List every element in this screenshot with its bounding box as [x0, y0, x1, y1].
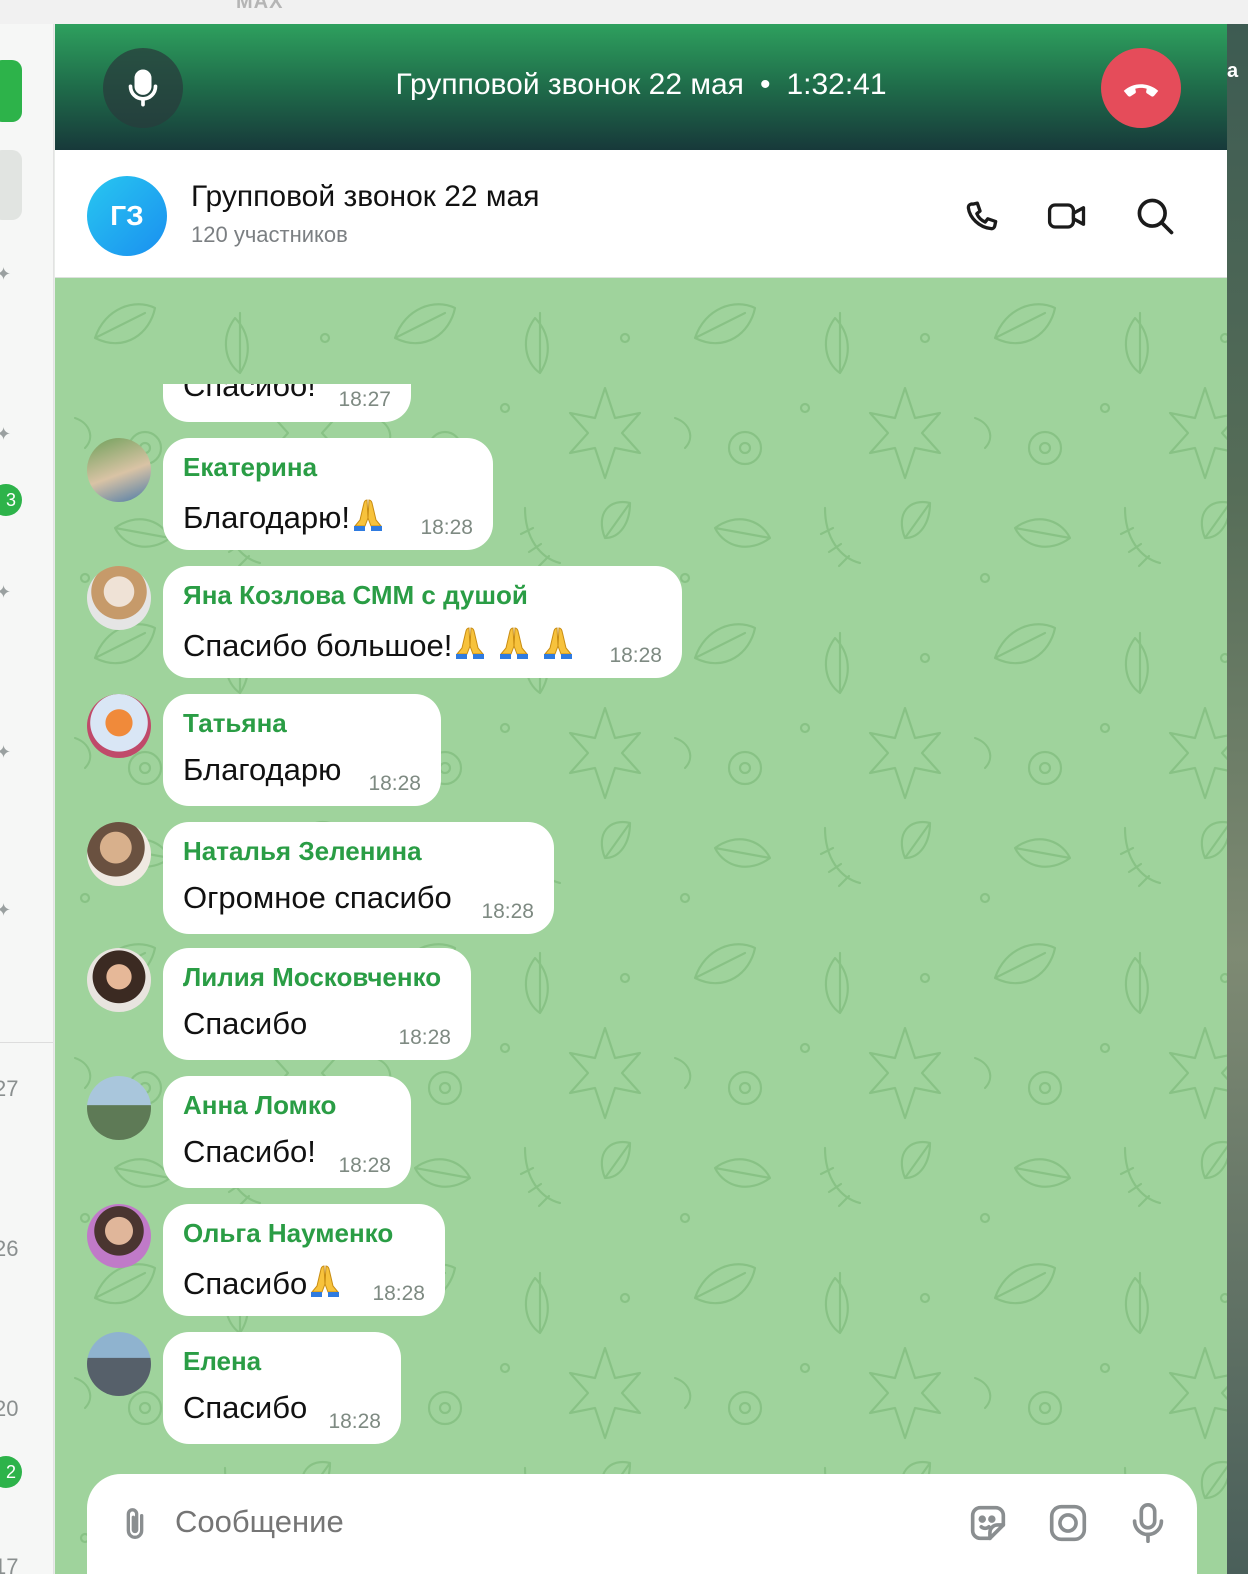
message-bubble[interactable]: Лилия Московченко Спасибо 18:28: [163, 948, 471, 1060]
message-time: 18:28: [609, 644, 662, 667]
folded-hands-icon: [311, 1265, 340, 1297]
user-avatar[interactable]: [87, 1332, 151, 1396]
message-author[interactable]: Наталья Зеленина: [183, 836, 534, 867]
message-bubble[interactable]: Анна Ломко Спасибо! 18:28: [163, 1076, 411, 1188]
message-time: 18:28: [398, 1026, 451, 1049]
user-avatar[interactable]: [87, 948, 151, 1012]
chat-name[interactable]: Групповой звонок 22 мая: [191, 180, 539, 214]
message-time: 18:28: [420, 516, 473, 539]
divider: [0, 1042, 53, 1043]
chat-time: 17: [0, 1554, 19, 1574]
chat-time: 20: [0, 1396, 19, 1421]
message-time: 18:28: [481, 900, 534, 923]
message-text-content: Спасибо большое!: [183, 628, 453, 663]
message-time: 18:28: [338, 1154, 391, 1177]
message-author[interactable]: Лилия Московченко: [183, 962, 451, 993]
message-bubble[interactable]: Елена Спасибо 18:28: [163, 1332, 401, 1444]
folded-hands-icon: [500, 627, 529, 659]
pin-icon: ✦: [0, 264, 16, 284]
message-time: 18:28: [368, 772, 421, 795]
message-text: Спасибо!: [183, 384, 316, 403]
hangup-icon: [1123, 84, 1159, 97]
active-call-bar[interactable]: Групповой звонок 22 мая • 1:32:41: [55, 24, 1227, 150]
group-avatar[interactable]: ГЗ: [87, 176, 167, 256]
pin-icon: ✦: [0, 582, 16, 602]
user-avatar[interactable]: [87, 822, 151, 886]
call-separator: •: [759, 68, 771, 101]
message-time: 18:28: [372, 1282, 425, 1305]
participants-count[interactable]: 120 участников: [191, 222, 348, 248]
chat-list-item[interactable]: [0, 150, 22, 220]
folded-hands-icon: [456, 627, 485, 659]
phone-icon[interactable]: [959, 194, 1003, 238]
message-author[interactable]: Екатерина: [183, 452, 473, 483]
message-text: Спасибо!: [183, 1134, 316, 1169]
call-name: Групповой звонок 22 мая: [395, 68, 744, 101]
message-bubble[interactable]: Екатерина Благодарю! 18:28: [163, 438, 493, 550]
call-title: Групповой звонок 22 мая • 1:32:41: [55, 68, 1227, 102]
background-window-edge: а: [1227, 24, 1248, 1574]
camera-icon[interactable]: [1045, 1500, 1091, 1546]
edge-text: а: [1227, 60, 1239, 82]
pin-icon: ✦: [0, 742, 16, 762]
message-bubble[interactable]: Ольга Науменко Спасибо 18:28: [163, 1204, 445, 1316]
message-composer: [87, 1474, 1197, 1574]
message-list[interactable]: Спасибо! 18:27 Екатерина Благодарю! 18:2…: [55, 278, 1227, 1574]
unread-badge: 2: [0, 1456, 22, 1488]
hangup-button[interactable]: [1101, 48, 1181, 128]
search-icon[interactable]: [1133, 194, 1177, 238]
app-title: MAX: [236, 0, 284, 13]
call-duration: 1:32:41: [786, 68, 887, 101]
message-time: 18:27: [338, 388, 391, 411]
video-icon[interactable]: [1045, 194, 1089, 238]
chat-time: 27: [0, 1076, 19, 1101]
message-text-content: Спасибо: [183, 1266, 308, 1301]
user-avatar[interactable]: [87, 694, 151, 758]
pin-icon: ✦: [0, 424, 16, 444]
message-bubble[interactable]: Яна Козлова СММ с душой Спасибо большое!…: [163, 566, 682, 678]
chat-header: ГЗ Групповой звонок 22 мая 120 участнико…: [55, 150, 1227, 278]
message-time: 18:28: [328, 1410, 381, 1433]
chat-time: 26: [0, 1236, 19, 1261]
chat-list-sidebar[interactable]: ✦ ✦ 3 ✦ ✦ ✦ 27 26 20 2 17: [0, 24, 54, 1574]
pin-icon: ✦: [0, 900, 16, 920]
message-bubble-partial[interactable]: Спасибо! 18:27: [163, 384, 411, 422]
user-avatar[interactable]: [87, 566, 151, 630]
message-text: Благодарю: [183, 752, 342, 787]
message-author[interactable]: Елена: [183, 1346, 381, 1377]
folded-hands-icon: [544, 627, 573, 659]
microphone-icon[interactable]: [1125, 1500, 1171, 1546]
message-bubble[interactable]: Наталья Зеленина Огромное спасибо 18:28: [163, 822, 554, 934]
message-text: Спасибо: [183, 1006, 308, 1041]
user-avatar[interactable]: [87, 1204, 151, 1268]
message-bubble[interactable]: Татьяна Благодарю 18:28: [163, 694, 441, 806]
sticker-icon[interactable]: [965, 1500, 1011, 1546]
message-input[interactable]: [175, 1504, 935, 1540]
user-avatar[interactable]: [87, 438, 151, 502]
message-author[interactable]: Анна Ломко: [183, 1090, 391, 1121]
message-text-content: Благодарю!: [183, 500, 350, 535]
message-text: Благодарю!: [183, 496, 386, 536]
attach-icon[interactable]: [115, 1502, 155, 1546]
message-text: Огромное спасибо: [183, 880, 452, 915]
active-chat-indicator: [0, 60, 22, 122]
message-text: Спасибо: [183, 1390, 308, 1425]
folded-hands-icon: [353, 499, 383, 531]
message-text: Спасибо большое!: [183, 624, 576, 664]
message-author[interactable]: Ольга Науменко: [183, 1218, 425, 1249]
user-avatar[interactable]: [87, 1076, 151, 1140]
unread-badge: 3: [0, 484, 22, 516]
message-text: Спасибо: [183, 1262, 343, 1302]
message-author[interactable]: Яна Козлова СММ с душой: [183, 580, 662, 611]
message-author[interactable]: Татьяна: [183, 708, 421, 739]
window-titlebar: MAX: [0, 0, 1248, 24]
